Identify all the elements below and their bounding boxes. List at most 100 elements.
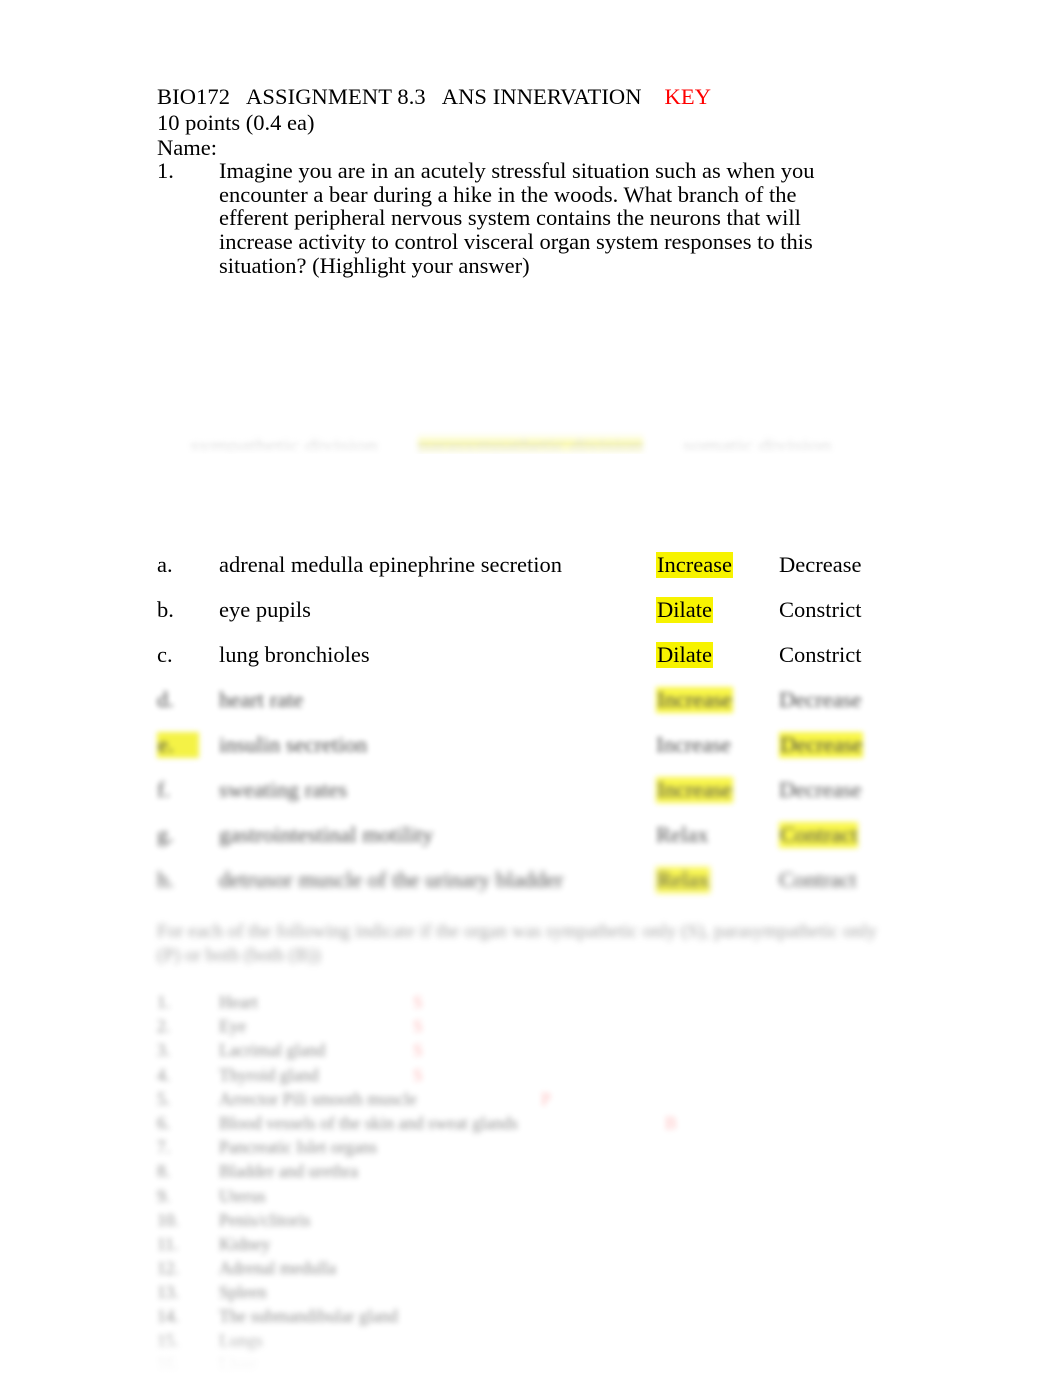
list-item: 15. Lungs [157, 1331, 917, 1355]
title-text: BIO172 ASSIGNMENT 8.3 ANS INNERVATION [157, 84, 665, 109]
list-item-number: 8. [157, 1161, 171, 1182]
table-row: f. sweating rates Increase Decrease [157, 777, 947, 822]
list-item: 16. Liver [157, 1355, 917, 1379]
list-item-number: 10. [157, 1209, 179, 1230]
table-row: g. gastrointestinal motility Relax Contr… [157, 822, 947, 867]
list-item-number: 9. [157, 1185, 171, 1206]
list-item-answer-mark[interactable]: S [413, 1065, 423, 1085]
instruction-paragraph: For each of the following indicate if th… [157, 921, 877, 966]
innervation-choice-table: a. adrenal medulla epinephrine secretion… [157, 552, 947, 912]
table-row: e. insulin secretion Increase Decrease [157, 732, 947, 777]
row-letter: b. [157, 597, 174, 622]
row-letter: d. [157, 687, 174, 712]
row-option-2[interactable]: Decrease [779, 732, 864, 758]
list-item-number: 7. [157, 1137, 171, 1158]
list-item-number: 16. [157, 1354, 179, 1375]
page-title: BIO172 ASSIGNMENT 8.3 ANS INNERVATION KE… [157, 84, 957, 110]
list-item: 14. The submandibular gland [157, 1306, 917, 1330]
points-line: 10 points (0.4 ea) [157, 109, 315, 135]
question-1-text: Imagine you are in an acutely stressful … [219, 158, 815, 278]
list-item: 5. Arrector Pili smooth muscle P [157, 1089, 917, 1113]
list-item: 12. Adrenal medulla [157, 1258, 917, 1282]
row-letter: g. [157, 822, 174, 847]
row-option-2[interactable]: Decrease [779, 552, 861, 578]
table-row: b. eye pupils Dilate Constrict [157, 597, 947, 642]
list-item-number: 5. [157, 1088, 171, 1109]
row-letter: e. [157, 732, 199, 758]
list-item-label: Lungs [219, 1330, 263, 1351]
row-option-2[interactable]: Decrease [779, 777, 861, 803]
row-organ: insulin secretion [219, 732, 368, 757]
list-item-label: Pancreatic Islet organs [219, 1137, 378, 1158]
list-item-label: Uterus [219, 1185, 266, 1206]
list-item-label: Spleen [219, 1282, 267, 1303]
row-option-2[interactable]: Contract [779, 867, 856, 893]
list-item-number: 2. [157, 1016, 171, 1037]
row-option-2[interactable]: Decrease [779, 687, 861, 713]
list-item-answer-mark[interactable]: P [541, 1089, 551, 1109]
question-1-number: 1. [157, 158, 174, 183]
row-organ: gastrointestinal motility [219, 822, 434, 847]
row-option-2[interactable]: Contract [779, 822, 859, 848]
row-option-2[interactable]: Constrict [779, 597, 862, 623]
list-item-number: 14. [157, 1306, 179, 1327]
organ-list: 1. Heart S 2. Eye S 3. Lacrimal gland S … [157, 992, 917, 1379]
list-item: 13. Spleen [157, 1282, 917, 1306]
list-item: 9. Uterus [157, 1186, 917, 1210]
list-item-label: Penis/clitoris [219, 1209, 311, 1230]
list-item: 11. Kidney [157, 1234, 917, 1258]
list-item-number: 12. [157, 1258, 179, 1279]
list-item-label: Arrector Pili smooth muscle [219, 1088, 417, 1109]
row-option-1[interactable]: Relax [656, 822, 708, 848]
row-organ: sweating rates [219, 777, 348, 802]
list-item-label: Kidney [219, 1233, 271, 1254]
list-item: 6. Blood vessels of the skin and sweat g… [157, 1113, 917, 1137]
list-item: 4. Thyroid gland S [157, 1065, 917, 1089]
row-option-1[interactable]: Increase [656, 687, 733, 713]
row-organ: detrusor muscle of the urinary bladder [219, 867, 564, 892]
table-row: h. detrusor muscle of the urinary bladde… [157, 867, 947, 912]
list-item-answer-mark[interactable]: S [413, 1040, 423, 1060]
list-item-answer-mark[interactable]: S [413, 992, 423, 1012]
table-row: a. adrenal medulla epinephrine secretion… [157, 552, 947, 597]
list-item-answer-mark[interactable]: S [413, 1016, 423, 1036]
list-item: 1. Heart S [157, 992, 917, 1016]
list-item: 8. Bladder and urethra [157, 1161, 917, 1185]
row-letter: c. [157, 642, 173, 667]
list-item-label: Lacrimal gland [219, 1040, 326, 1061]
list-item-label: Blood vessels of the skin and sweat glan… [219, 1112, 518, 1133]
question-1: 1. Imagine you are in an acutely stressf… [157, 159, 917, 278]
list-item: 10. Penis/clitoris [157, 1210, 917, 1234]
list-item-number: 13. [157, 1282, 179, 1303]
row-option-1[interactable]: Dilate [656, 597, 713, 623]
row-option-1[interactable]: Increase [656, 552, 733, 578]
list-item-label: Adrenal medulla [219, 1258, 337, 1279]
row-organ: lung bronchioles [219, 642, 370, 667]
row-organ: heart rate [219, 687, 304, 712]
document-page: BIO172 ASSIGNMENT 8.3 ANS INNERVATION KE… [0, 0, 1062, 1377]
name-line: Name: [157, 135, 217, 160]
row-letter: f. [157, 777, 171, 802]
row-organ: eye pupils [219, 597, 311, 622]
list-item-label: Eye [219, 1016, 247, 1037]
faded-left-option: sympathetic division [190, 432, 378, 454]
list-item-label: Heart [219, 992, 258, 1012]
row-option-1[interactable]: Increase [656, 732, 731, 758]
table-row: c. lung bronchioles Dilate Constrict [157, 642, 947, 687]
list-item-number: 1. [157, 992, 171, 1012]
row-letter: h. [157, 867, 174, 892]
row-option-1[interactable]: Relax [656, 867, 711, 893]
faded-highlighted-option: parasympathetic division [417, 433, 644, 454]
row-option-1[interactable]: Dilate [656, 642, 713, 668]
list-item-answer-mark[interactable]: B [665, 1113, 677, 1133]
document-header: BIO172 ASSIGNMENT 8.3 ANS INNERVATION KE… [157, 84, 957, 161]
row-option-1[interactable]: Increase [656, 777, 733, 803]
list-item: 2. Eye S [157, 1016, 917, 1040]
row-option-2[interactable]: Constrict [779, 642, 862, 668]
list-item-number: 6. [157, 1112, 171, 1133]
key-label: KEY [664, 84, 712, 109]
list-item: 7. Pancreatic Islet organs [157, 1137, 917, 1161]
list-item: 3. Lacrimal gland S [157, 1040, 917, 1064]
faded-right-option: somatic division [683, 432, 832, 454]
row-organ: adrenal medulla epinephrine secretion [219, 552, 562, 577]
